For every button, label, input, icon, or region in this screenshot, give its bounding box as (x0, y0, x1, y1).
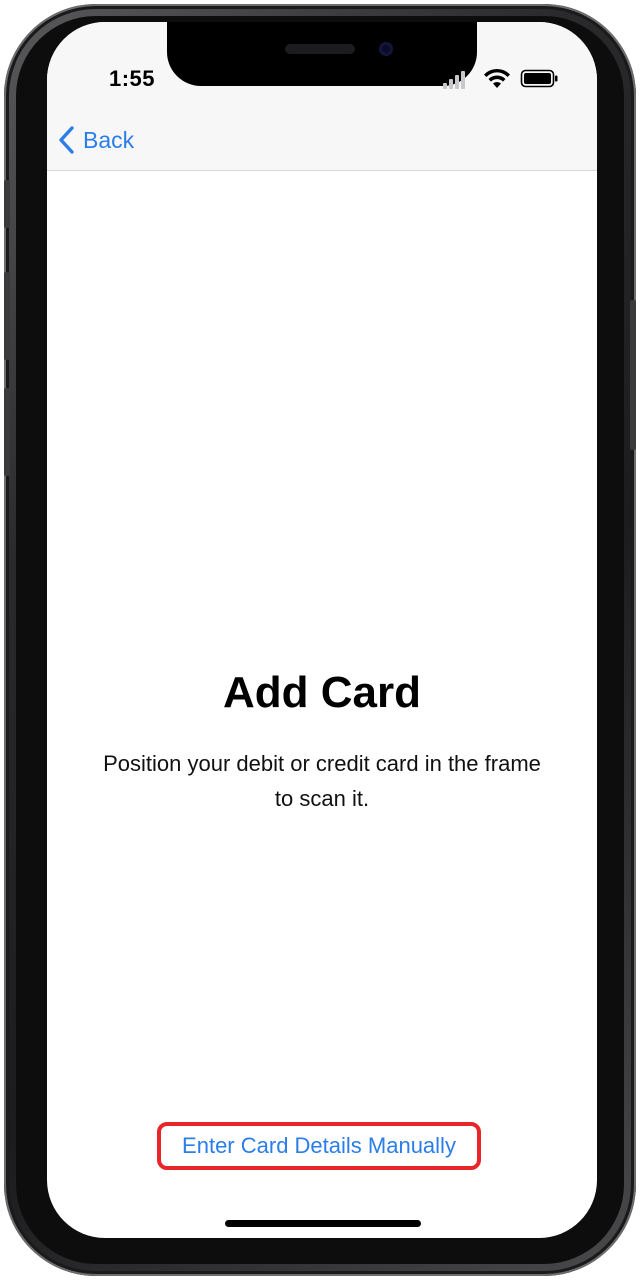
back-button-label: Back (83, 126, 135, 153)
phone-screen: 1:55 Back Add Card Position your debit o… (47, 22, 597, 1238)
chevron-left-icon (59, 126, 74, 154)
enter-card-details-manually-button[interactable]: Enter Card Details Manually (157, 1122, 481, 1170)
volume-up-button (4, 272, 10, 360)
mute-switch (4, 180, 10, 228)
speaker-grille (285, 44, 355, 54)
cellular-signal-icon (443, 71, 465, 89)
back-button[interactable]: Back (57, 122, 134, 158)
front-camera (379, 42, 393, 56)
status-icons (443, 68, 558, 89)
battery-icon (520, 69, 558, 88)
navigation-bar: 1:55 Back (47, 22, 597, 171)
page-title: Add Card (223, 668, 421, 717)
wifi-icon (484, 68, 510, 88)
page-description: Position your debit or credit card in th… (103, 751, 541, 811)
notch (167, 22, 477, 86)
power-button (630, 300, 636, 450)
screenshot-stage: 1:55 Back Add Card Position your debit o… (0, 0, 642, 1280)
home-indicator[interactable] (225, 1220, 421, 1227)
volume-down-button (4, 388, 10, 476)
status-time: 1:55 (109, 66, 156, 91)
